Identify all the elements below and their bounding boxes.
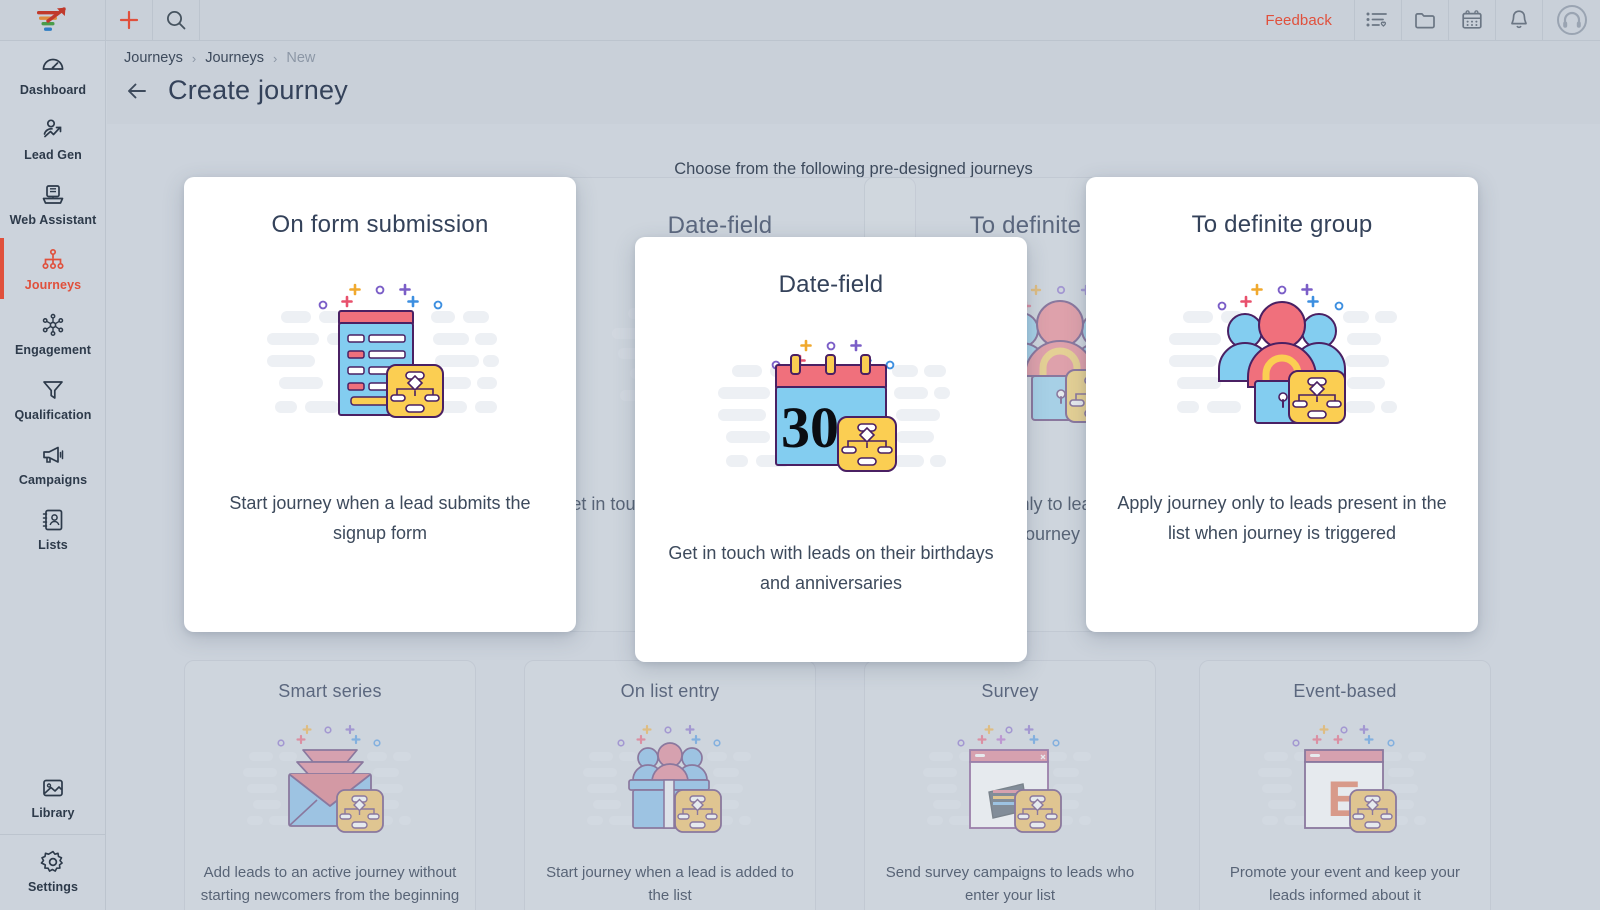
card-description: Apply journey only to leads present in t… (1117, 493, 1447, 543)
journey-card-survey[interactable]: Survey Send survey campaigns to leads wh… (864, 660, 1156, 910)
gift-group-flow-illustration (583, 724, 751, 833)
breadcrumb: Journeys › Journeys › New (124, 50, 315, 66)
page-header: Journeys › Journeys › New Create journey (107, 41, 1600, 124)
sidebar-item-label: Settings (27, 880, 79, 894)
search-icon (167, 11, 186, 30)
web-assistant-icon (42, 185, 64, 204)
envelope-stack-flow-illustration (243, 724, 411, 833)
content-area: Choose from the following pre-designed j… (107, 124, 1600, 910)
card-title: On form submission (271, 211, 489, 238)
sidebar-item-lists[interactable]: Lists (0, 496, 106, 561)
breadcrumb-item-1[interactable]: Journeys (124, 50, 183, 66)
sidebar-item-settings[interactable]: Settings (0, 835, 106, 910)
add-button[interactable] (106, 0, 153, 41)
top-bar-spacer (200, 0, 1243, 41)
card-title: Date-field (667, 212, 773, 239)
search-button[interactable] (153, 0, 200, 41)
support-headset-icon (1562, 11, 1581, 28)
sidebar-item-label: Lead Gen (24, 148, 82, 162)
feedback-link[interactable]: Feedback (1243, 12, 1354, 29)
lead-growth-icon (43, 119, 62, 138)
sidebar-item-dashboard[interactable]: Dashboard (0, 41, 106, 106)
card-title: Smart series (278, 681, 382, 701)
page-title: Create journey (168, 75, 348, 105)
notifications-button[interactable] (1495, 0, 1542, 41)
card-description: Add leads to an active journey without s… (200, 864, 460, 904)
svg-text:30: 30 (781, 395, 839, 460)
funnel-icon (43, 381, 63, 399)
card-title: To definite group (1191, 211, 1373, 238)
survey-window-flow-illustration (923, 724, 1091, 833)
card-description: Start journey when a lead submits the si… (229, 493, 531, 543)
card-description: Promote your event and keep your leads i… (1229, 864, 1461, 904)
sidebar-item-label: Web Assistant (9, 213, 97, 227)
journey-card-to-definite-group[interactable]: To definite group Apply journey only to … (1086, 177, 1478, 632)
breadcrumb-separator: › (191, 50, 197, 66)
megaphone-icon (43, 446, 64, 463)
journey-card-event-based[interactable]: Event-based E Promote your event and kee… (1199, 660, 1491, 910)
calendar-30-flow-illustration: 30 (718, 339, 950, 472)
journey-tree-icon (42, 248, 64, 270)
plus-icon (119, 10, 139, 30)
card-title: On list entry (620, 681, 720, 701)
back-arrow-icon[interactable] (124, 78, 150, 104)
sidebar-item-label: Engagement (14, 343, 91, 357)
title-row: Create journey (124, 75, 348, 106)
funnel-arrow-logo (36, 7, 66, 31)
sidebar-item-label: Library (31, 806, 75, 820)
sidebar-item-label: Lists (38, 538, 68, 552)
card-description: Get in touch with leads on their birthda… (668, 543, 994, 593)
contact-list-icon (42, 509, 63, 531)
sidebar-item-library[interactable]: Library (0, 764, 106, 834)
bell-icon (1511, 10, 1527, 29)
journey-card-on-list-entry[interactable]: On list entry Start journey when a lead … (524, 660, 816, 910)
form-flow-illustration (267, 283, 499, 418)
gauge-icon (42, 58, 64, 70)
sidebar-item-web-assistant[interactable]: Web Assistant (0, 171, 106, 236)
journey-template-grid: Date-field in touch To definite group Ap… (107, 124, 1600, 910)
sidebar-bottom-group: Library Settings (0, 764, 106, 910)
folder-icon (1415, 13, 1435, 29)
calendar-icon (1462, 10, 1482, 29)
card-title: Survey (981, 681, 1039, 701)
card-title: Event-based (1293, 681, 1397, 701)
group-lock-flow-illustration (1169, 283, 1397, 424)
sidebar: Dashboard Lead Gen Web Assistant Journey… (0, 41, 106, 910)
gear-icon (40, 850, 63, 872)
journey-card-date-field[interactable]: Date-field 30 Get in touch with leads on… (635, 237, 1027, 662)
calendar-button[interactable] (1448, 0, 1495, 41)
journey-card-on-form-submission[interactable]: On form submission Start journey when a … (184, 177, 576, 632)
sidebar-item-qualification[interactable]: Qualification (0, 366, 106, 431)
sidebar-item-engagement[interactable]: Engagement (0, 301, 106, 366)
sidebar-item-lead-gen[interactable]: Lead Gen (0, 106, 106, 171)
image-library-icon (43, 779, 63, 797)
sidebar-item-journeys[interactable]: Journeys (0, 236, 106, 301)
event-window-flow-illustration: E (1258, 724, 1426, 833)
breadcrumb-separator: › (273, 50, 278, 66)
card-description: Start journey when a lead is added to th… (546, 864, 794, 904)
avatar (1556, 5, 1587, 35)
card-description: Send survey campaigns to leads who enter… (885, 864, 1135, 904)
top-bar: Feedback (0, 0, 1600, 41)
journey-card-smart-series[interactable]: Smart series Add leads to an active jour… (184, 660, 476, 910)
list-favorite-icon (1366, 12, 1387, 27)
engagement-icon (42, 313, 64, 336)
breadcrumb-item-2[interactable]: Journeys (205, 50, 264, 66)
list-favorite-button[interactable] (1354, 0, 1401, 41)
sidebar-item-campaigns[interactable]: Campaigns (0, 431, 106, 496)
folder-button[interactable] (1401, 0, 1448, 41)
sidebar-item-label: Dashboard (19, 83, 87, 97)
sidebar-item-label: Journeys (24, 278, 82, 292)
breadcrumb-item-current: New (286, 50, 316, 66)
user-avatar-button[interactable] (1542, 0, 1600, 41)
sidebar-item-label: Qualification (14, 408, 92, 422)
sidebar-item-label: Campaigns (18, 473, 88, 487)
card-title: Date-field (778, 271, 884, 298)
app-logo[interactable] (0, 0, 106, 41)
